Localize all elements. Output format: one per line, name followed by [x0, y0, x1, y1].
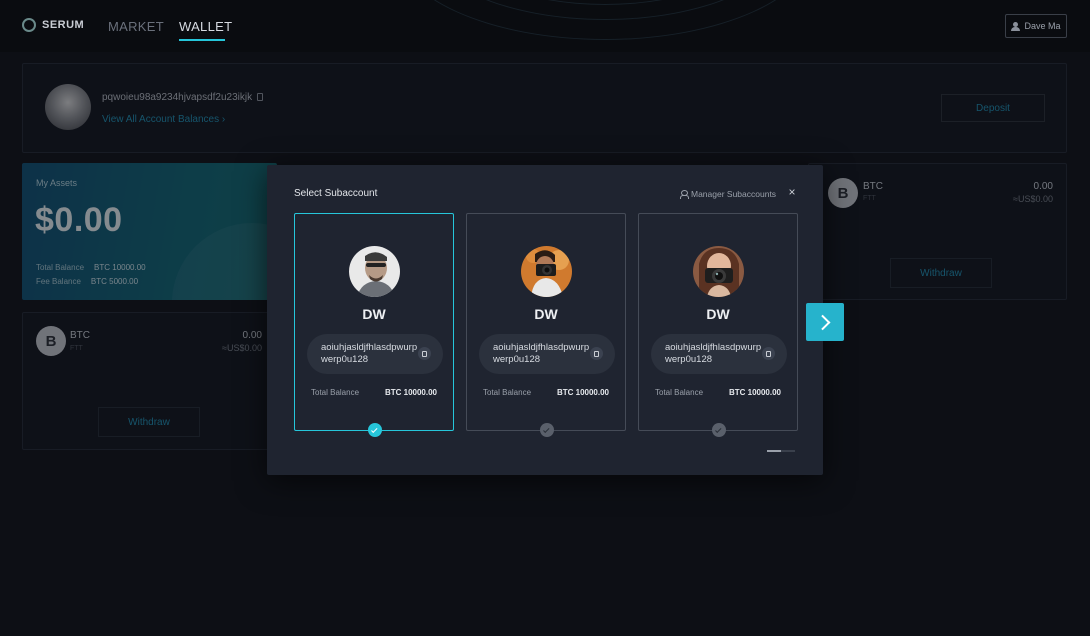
address-pill: aoiuhjasldjfhlasdpwurpwerp0u128 [307, 334, 443, 374]
subaccount-avatar [349, 246, 400, 297]
address-pill: aoiuhjasldjfhlasdpwurpwerp0u128 [479, 334, 615, 374]
manage-subaccounts-label: Manager Subaccounts [691, 189, 777, 199]
withdraw-button[interactable]: Withdraw [890, 258, 992, 288]
copy-glyph [422, 350, 427, 357]
subaccount-card[interactable]: DW aoiuhjasldjfhlasdpwurpwerp0u128 Total… [638, 213, 798, 437]
page-indicator [767, 450, 795, 452]
coin-usd: ≈US$0.00 [1013, 194, 1053, 204]
balance-label: Total Balance [311, 388, 360, 397]
subaccount-avatar [521, 246, 572, 297]
btc-coin-icon: B [36, 326, 66, 356]
modal-title: Select Subaccount [294, 188, 378, 199]
copy-icon[interactable] [418, 347, 431, 360]
subaccount-avatar [693, 246, 744, 297]
copy-glyph [594, 350, 599, 357]
account-panel: pqwoieu98a9234hjvapsdf2u23ikjk View All … [22, 63, 1067, 153]
copy-icon[interactable] [762, 347, 775, 360]
copy-icon[interactable] [257, 93, 264, 101]
coin-name: BTC [70, 330, 90, 341]
logo-text: SERUM [42, 19, 85, 31]
coin-sub: FTT [863, 195, 876, 202]
avatar-photo [693, 246, 744, 297]
subaccount-address: aoiuhjasldjfhlasdpwurpwerp0u128 [321, 342, 418, 365]
total-balance-row: Total Balance BTC 10000.00 [36, 263, 146, 272]
view-all-balances-link[interactable]: View All Account Balances › [102, 114, 225, 125]
assets-amount: $0.00 [35, 201, 123, 239]
balance-label: Total Balance [655, 388, 704, 397]
chevron-right-icon [814, 314, 830, 330]
balance-value: BTC 10000.00 [384, 388, 437, 397]
avatar-photo [349, 246, 400, 297]
coin-amount: 0.00 [242, 330, 262, 341]
coin-usd: ≈US$0.00 [222, 343, 262, 353]
avatar-photo [521, 246, 572, 297]
copy-icon[interactable] [590, 347, 603, 360]
nav-market[interactable]: MARKET [108, 19, 164, 34]
check-icon[interactable] [540, 423, 554, 437]
check-icon[interactable] [712, 423, 726, 437]
withdraw-button[interactable]: Withdraw [98, 407, 200, 437]
total-balance-value: BTC 10000.00 [94, 263, 146, 272]
deposit-button[interactable]: Deposit [941, 94, 1045, 122]
account-address: pqwoieu98a9234hjvapsdf2u23ikjk [102, 92, 264, 103]
subaccount-name: DW [534, 306, 558, 322]
account-avatar [45, 84, 91, 130]
fee-balance-value: BTC 5000.00 [90, 277, 139, 286]
next-page-button[interactable] [806, 303, 844, 341]
btc-coin-icon: B [828, 178, 858, 208]
subaccount-address: aoiuhjasldjfhlasdpwurpwerp0u128 [493, 342, 590, 365]
serum-logo[interactable]: SERUM [22, 18, 84, 32]
subaccount-address: aoiuhjasldjfhlasdpwurpwerp0u128 [665, 342, 762, 365]
address-pill: aoiuhjasldjfhlasdpwurpwerp0u128 [651, 334, 787, 374]
select-subaccount-modal: Select Subaccount Manager Subaccounts × … [267, 165, 823, 475]
check-mark [543, 426, 550, 433]
nav-wallet[interactable]: WALLET [179, 19, 232, 34]
subaccount-name: DW [706, 306, 730, 322]
my-assets-card: My Assets $0.00 Total Balance BTC 10000.0… [22, 163, 277, 300]
active-nav-indicator [179, 39, 225, 41]
fee-balance-label: Fee Balance [36, 277, 81, 286]
fee-balance-row: Fee Balance BTC 5000.00 [36, 277, 138, 286]
close-icon[interactable]: × [786, 186, 798, 198]
manage-subaccounts-link[interactable]: Manager Subaccounts [680, 189, 776, 199]
check-icon[interactable] [368, 423, 382, 437]
coin-amount: 0.00 [1033, 181, 1053, 192]
subaccount-card[interactable]: DW aoiuhjasldjfhlasdpwurpwerp0u128 Total… [466, 213, 626, 437]
coin-card: B BTC FTT 0.00 ≈US$0.00 Withdraw [808, 163, 1067, 300]
user-name: Dave Ma [1024, 21, 1061, 31]
assets-decoration [172, 223, 277, 300]
balance-label: Total Balance [483, 388, 532, 397]
coin-card: B BTC FTT 0.00 ≈US$0.00 Withdraw [22, 312, 277, 450]
logo-icon [22, 18, 36, 32]
user-icon [680, 190, 689, 199]
user-icon [1011, 21, 1021, 31]
check-mark [715, 426, 722, 433]
user-menu-button[interactable]: Dave Ma [1005, 14, 1067, 38]
copy-glyph [766, 350, 771, 357]
subaccount-card[interactable]: DW aoiuhjasldjfhlasdpwurpwerp0u128 Total… [294, 213, 454, 437]
top-navigation: SERUM MARKET WALLET Dave Ma [0, 0, 1090, 52]
subaccount-name: DW [362, 306, 386, 322]
balance-value: BTC 10000.00 [728, 388, 781, 397]
wallet-page: SERUM MARKET WALLET Dave Ma pqwoieu98a92… [0, 0, 1090, 636]
assets-title: My Assets [36, 178, 78, 188]
balance-value: BTC 10000.00 [556, 388, 609, 397]
check-mark [371, 426, 378, 433]
page-indicator-thumb [767, 450, 781, 452]
coin-sub: FTT [70, 345, 83, 352]
account-address-text: pqwoieu98a9234hjvapsdf2u23ikjk [102, 92, 253, 103]
total-balance-label: Total Balance [36, 263, 85, 272]
coin-name: BTC [863, 181, 883, 192]
